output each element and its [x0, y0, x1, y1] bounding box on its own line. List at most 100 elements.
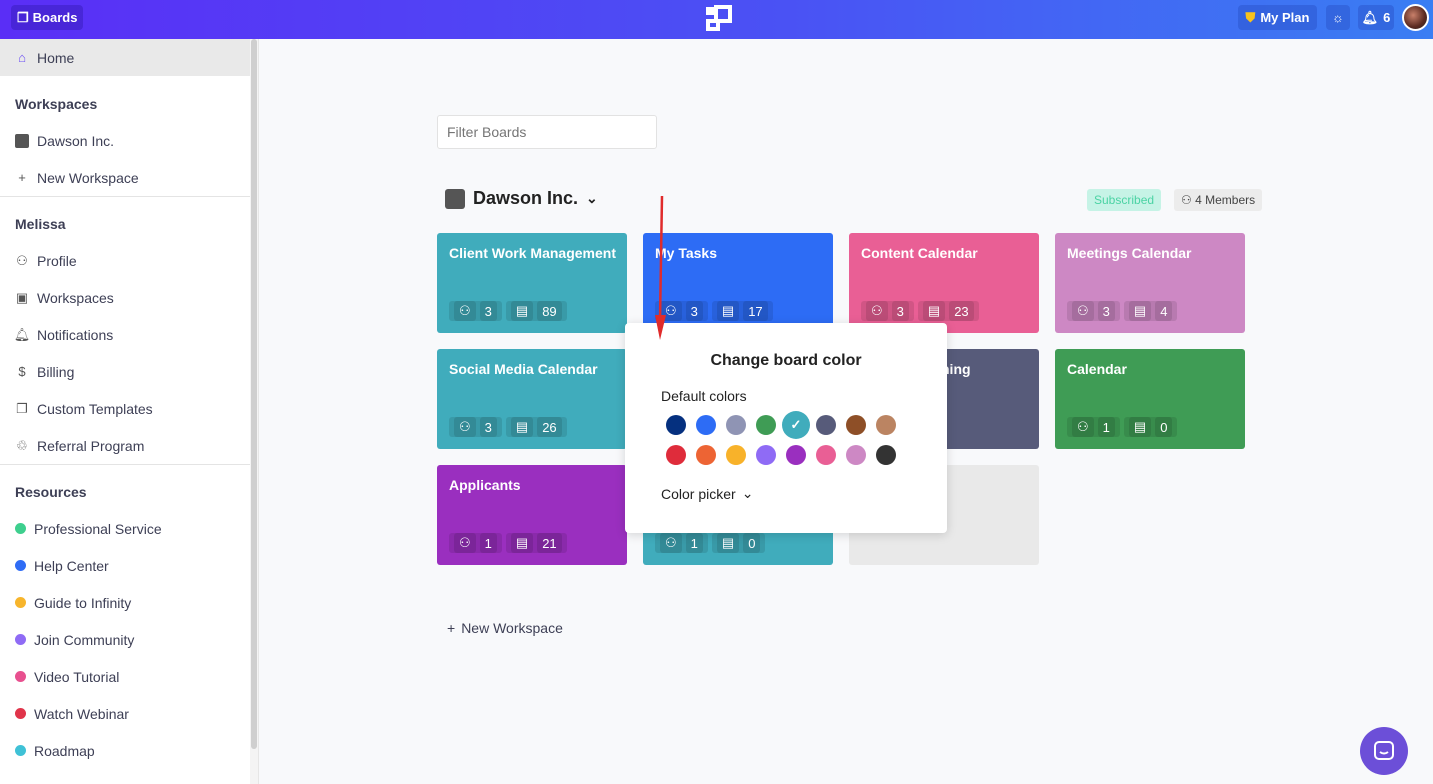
sidebar-item-dawson[interactable]: Dawson Inc.	[0, 122, 250, 159]
board-card[interactable]: Social Media Calendar ⚇ 3 ▤ 26	[437, 349, 627, 449]
resource-icon	[15, 523, 26, 534]
color-swatch[interactable]	[756, 445, 776, 465]
sidebar-item-custom-templates[interactable]: ❐ Custom Templates	[0, 390, 250, 427]
resource-icon	[15, 745, 26, 756]
color-swatch[interactable]	[696, 445, 716, 465]
color-swatch[interactable]	[666, 445, 686, 465]
board-card[interactable]: Calendar ⚇ 1 ▤ 0	[1055, 349, 1245, 449]
resource-icon	[15, 708, 26, 719]
sidebar-item-billing[interactable]: $ Billing	[0, 353, 250, 390]
color-swatch[interactable]	[726, 445, 746, 465]
sidebar-item-guide-to-infinity[interactable]: Guide to Infinity	[0, 584, 250, 621]
users-icon: ⚇	[454, 533, 476, 553]
color-swatch[interactable]	[816, 415, 836, 435]
board-card[interactable]: Meetings Calendar ⚇ 3 ▤ 4	[1055, 233, 1245, 333]
members-count: ⚇ 3	[449, 417, 502, 437]
workspace-title[interactable]: Dawson Inc. ⌄	[445, 188, 598, 209]
sidebar-item-referral-program[interactable]: ♲ Referral Program	[0, 427, 250, 464]
document-icon: ▤	[1128, 301, 1152, 321]
subscribed-badge: Subscribed	[1087, 189, 1162, 211]
template-icon: ❐	[16, 400, 28, 416]
document-icon: ▤	[922, 301, 946, 321]
user-icon: ⚇	[1181, 193, 1196, 207]
recycle-icon: ♲	[16, 437, 28, 453]
sidebar-item-new-workspace[interactable]: + New Workspace	[0, 159, 250, 196]
plus-icon: +	[18, 170, 26, 185]
sidebar-item-video-tutorial[interactable]: Video Tutorial	[0, 658, 250, 695]
color-swatch[interactable]	[666, 415, 686, 435]
sidebar-item-home[interactable]: ⌂ Home	[0, 39, 250, 76]
color-picker-toggle[interactable]: Color picker ⌄	[661, 485, 753, 502]
chat-button[interactable]	[1360, 727, 1408, 775]
color-swatch[interactable]	[696, 415, 716, 435]
items-count: ▤ 89	[505, 301, 567, 321]
sun-icon: ☼	[1332, 10, 1344, 25]
items-count: ▤ 0	[1123, 417, 1178, 437]
sidebar-item-notifications[interactable]: 🔔︎ Notifications	[0, 316, 250, 353]
theme-toggle[interactable]: ☼	[1326, 5, 1350, 30]
users-icon: ⚇	[660, 533, 682, 553]
users-icon: ⚇	[1072, 417, 1094, 437]
resource-icon	[15, 671, 26, 682]
users-icon: ⚇	[454, 301, 476, 321]
sidebar-item-help-center[interactable]: Help Center	[0, 547, 250, 584]
color-swatch[interactable]: ✓	[782, 411, 810, 439]
notifications-button[interactable]: 🔔︎ 6	[1358, 5, 1394, 30]
briefcase-icon: ▣	[15, 289, 29, 305]
color-swatch[interactable]	[876, 445, 896, 465]
chat-icon	[1374, 741, 1394, 760]
top-bar: ❐ Boards ⛊ My Plan ☼ 🔔︎ 6	[0, 0, 1433, 39]
sidebar-item-professional-service[interactable]: Professional Service	[0, 510, 250, 547]
default-colors-label: Default colors	[661, 388, 747, 404]
popup-title: Change board color	[710, 352, 862, 369]
change-color-popup: Change board color Default colors ✓ Colo…	[625, 323, 947, 533]
color-swatch[interactable]	[756, 415, 776, 435]
members-button[interactable]: ⚇ 4 Members	[1174, 189, 1263, 211]
color-swatch[interactable]	[786, 445, 806, 465]
board-card[interactable]: Applicants ⚇ 1 ▤ 21	[437, 465, 627, 565]
bell-icon: 🔔︎	[13, 326, 31, 342]
sidebar-item-workspaces[interactable]: ▣ Workspaces	[0, 279, 250, 316]
sidebar: ⌂ Home Workspaces Dawson Inc. + New Worksp…	[0, 39, 250, 784]
divider	[0, 464, 250, 465]
board-card[interactable]: Content Calendar ⚇ 3 ▤ 23	[849, 233, 1039, 333]
home-icon: ⌂	[18, 50, 26, 65]
my-plan-button[interactable]: ⛊ My Plan	[1238, 5, 1317, 30]
filter-boards-input[interactable]	[437, 115, 657, 149]
app-logo[interactable]	[704, 5, 732, 33]
boards-button[interactable]: ❐ Boards	[11, 5, 84, 30]
sidebar-item-join-community[interactable]: Join Community	[0, 621, 250, 658]
check-icon: ✓	[790, 417, 802, 432]
sidebar-scrollbar[interactable]	[250, 39, 258, 784]
divider	[0, 196, 250, 197]
new-workspace-button[interactable]: + New Workspace	[447, 620, 563, 636]
document-icon: ▤	[1128, 417, 1152, 437]
document-icon: ▤	[510, 301, 534, 321]
sidebar-item-roadmap[interactable]: Roadmap	[0, 732, 250, 769]
members-count: ⚇ 1	[449, 533, 502, 553]
members-count: ⚇ 1	[1067, 417, 1120, 437]
workspace-avatar-icon	[15, 133, 29, 148]
color-swatch[interactable]	[816, 445, 836, 465]
document-icon: ▤	[716, 301, 740, 321]
items-count: ▤ 4	[1123, 301, 1178, 321]
color-swatch[interactable]	[846, 415, 866, 435]
color-swatch[interactable]	[726, 415, 746, 435]
sidebar-item-watch-webinar[interactable]: Watch Webinar	[0, 695, 250, 732]
color-swatch[interactable]	[846, 445, 866, 465]
board-card[interactable]: Client Work Management ⚇ 3 ▤ 89	[437, 233, 627, 333]
members-count: ⚇ 3	[449, 301, 502, 321]
users-icon: ⚇	[866, 301, 888, 321]
members-count: ⚇ 3	[861, 301, 914, 321]
workspace-avatar-icon	[445, 188, 465, 209]
members-count: ⚇ 3	[1067, 301, 1120, 321]
items-count: ▤ 23	[917, 301, 979, 321]
sidebar-item-profile[interactable]: ⚇ Profile	[0, 242, 250, 279]
color-swatch[interactable]	[876, 415, 896, 435]
users-icon: ⚇	[1072, 301, 1094, 321]
items-count: ▤ 26	[505, 417, 567, 437]
user-icon: ⚇	[16, 252, 28, 268]
avatar[interactable]	[1402, 4, 1429, 31]
items-count: ▤ 21	[505, 533, 567, 553]
resource-icon	[15, 634, 26, 645]
